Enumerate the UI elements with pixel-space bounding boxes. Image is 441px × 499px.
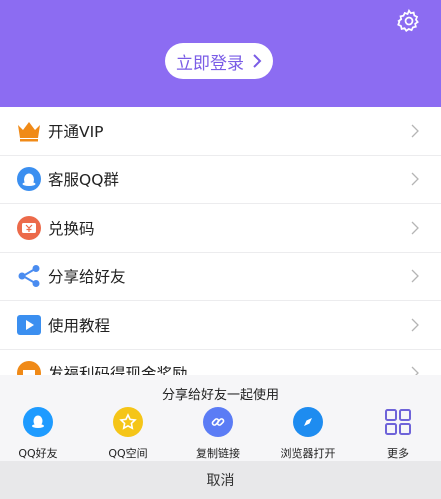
chevron-right-icon	[411, 172, 419, 186]
menu-item-reward[interactable]: 发福利码得现金奖励	[0, 350, 441, 375]
chevron-right-icon	[411, 221, 419, 235]
ticket-icon	[17, 215, 41, 240]
cancel-button[interactable]: 取消	[0, 461, 441, 499]
share-option-label: QQ空间	[108, 447, 148, 460]
share-option-label: 更多	[387, 447, 409, 460]
menu-item-label: 发福利码得现金奖励	[48, 365, 188, 375]
share-options: QQ好友 QQ空间 复制链接 浏览器打开 更多	[0, 405, 441, 465]
grid-icon	[383, 407, 413, 437]
share-option-label: 浏览器打开	[280, 447, 336, 460]
chevron-right-icon	[411, 269, 419, 283]
menu-item-label: 开通VIP	[48, 122, 104, 141]
play-icon	[17, 314, 41, 335]
share-more[interactable]: 更多	[358, 405, 438, 465]
menu-item-label: 客服QQ群	[48, 171, 119, 190]
link-icon	[203, 407, 233, 437]
header-banner: 立即登录	[0, 0, 441, 107]
compass-icon	[293, 407, 323, 437]
menu-item-label: 使用教程	[48, 316, 111, 335]
share-copy-link[interactable]: 复制链接	[178, 405, 258, 465]
share-icon	[18, 265, 40, 288]
menu-item-label: 分享给好友	[48, 268, 126, 287]
chevron-right-icon	[411, 124, 419, 138]
share-qq-friend[interactable]: QQ好友	[0, 405, 78, 465]
menu-item-share-friends[interactable]: 分享给好友	[0, 253, 441, 301]
share-sheet-title: 分享给好友一起使用	[161, 388, 279, 403]
menu-item-redeem-code[interactable]: 兑换码	[0, 204, 441, 253]
menu-item-label: 兑换码	[48, 219, 95, 238]
share-option-label: 复制链接	[196, 447, 240, 460]
chevron-right-icon	[411, 366, 419, 375]
share-qzone[interactable]: QQ空间	[88, 405, 168, 465]
qq-friend-icon	[23, 407, 53, 437]
gear-icon[interactable]	[396, 8, 422, 34]
qzone-star-icon	[113, 407, 143, 437]
menu-list: 开通VIP 客服QQ群 兑换码 分享给好友 使用教程 发福利码得现金奖励	[0, 107, 441, 375]
login-button[interactable]: 立即登录	[165, 43, 273, 79]
menu-item-qq-group[interactable]: 客服QQ群	[0, 156, 441, 204]
menu-item-tutorial[interactable]: 使用教程	[0, 301, 441, 350]
login-button-label: 立即登录	[176, 53, 244, 74]
chevron-right-icon	[253, 54, 262, 68]
share-open-browser[interactable]: 浏览器打开	[268, 405, 348, 465]
gift-icon	[17, 361, 41, 375]
chevron-right-icon	[411, 318, 419, 332]
share-option-label: QQ好友	[18, 447, 58, 460]
menu-item-vip[interactable]: 开通VIP	[0, 107, 441, 156]
crown-icon	[18, 121, 40, 142]
qq-icon	[17, 167, 41, 192]
